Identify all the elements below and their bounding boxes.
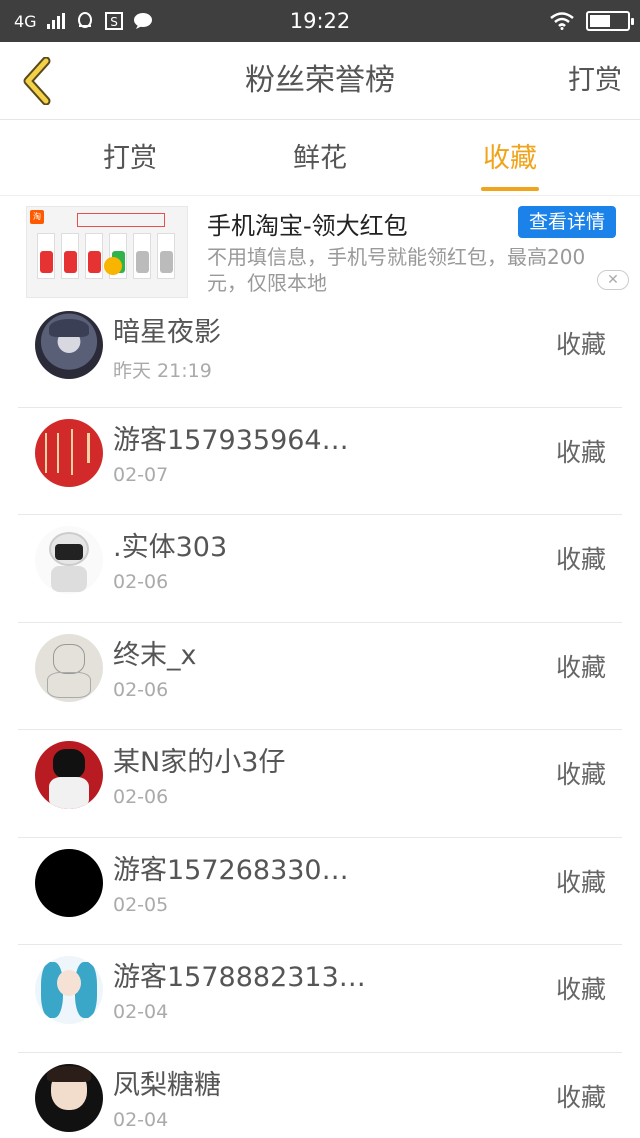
- reward-button[interactable]: 打赏: [568, 42, 622, 120]
- avatar: [35, 848, 103, 917]
- list-item[interactable]: 某N家的小3仔 02-06 收藏: [18, 730, 622, 838]
- user-name: 凤梨糖糖: [113, 1069, 221, 1101]
- ad-description: 不用填信息，手机号就能领红包，最高200元，仅限本地: [207, 245, 586, 295]
- user-date: 昨天 21:19: [113, 360, 212, 382]
- user-date: 02-04: [113, 1001, 169, 1023]
- favorite-label: 收藏: [555, 867, 606, 897]
- favorite-label: 收藏: [555, 1082, 606, 1112]
- ad-banner[interactable]: 淘 手机淘宝-领大红包 查看详情 不用填信息，手机号就能领红包，最高200元，仅…: [0, 196, 640, 300]
- list-item[interactable]: 游客1578882313… 02-04 收藏: [18, 945, 622, 1053]
- tab-bar: 打赏 鲜花 收藏: [0, 121, 640, 196]
- user-date: 02-05: [113, 893, 169, 916]
- close-icon[interactable]: ✕: [597, 270, 629, 290]
- wifi-icon: [550, 12, 574, 30]
- avatar: [35, 633, 103, 702]
- fan-list: 暗星夜影 昨天 21:19 收藏 游客157935964… 02-07 收藏 .…: [0, 300, 640, 1138]
- tab-active-indicator: [481, 187, 539, 191]
- tab-favorites[interactable]: 收藏: [430, 121, 590, 196]
- taobao-logo-icon: 淘: [30, 210, 44, 224]
- favorite-label: 收藏: [555, 330, 606, 359]
- tab-label: 收藏: [483, 143, 537, 174]
- status-time: 19:22: [289, 9, 351, 33]
- user-name: 某N家的小3仔: [113, 747, 286, 778]
- list-item[interactable]: 游客157935964… 02-07 收藏: [18, 408, 622, 515]
- user-name: 终末_x: [113, 639, 197, 671]
- favorite-label: 收藏: [555, 437, 606, 467]
- list-item[interactable]: 终末_x 02-06 收藏: [18, 623, 622, 730]
- tab-flowers[interactable]: 鲜花: [240, 121, 400, 196]
- battery-icon: [586, 11, 634, 31]
- user-name: 暗星夜影: [113, 317, 221, 348]
- avatar: [35, 311, 103, 379]
- user-name: .实体303: [113, 532, 228, 563]
- status-bar: 4G S 19:22: [0, 0, 640, 42]
- user-name: 游客1578882313…: [113, 962, 366, 993]
- user-date: 02-06: [113, 786, 169, 808]
- avatar: [35, 1063, 103, 1132]
- avatar: [35, 418, 103, 487]
- ad-image-coins: [35, 233, 181, 279]
- tab-label: 打赏: [103, 143, 157, 174]
- user-name: 游客157935964…: [113, 424, 349, 456]
- avatar: [35, 741, 103, 809]
- status-right: [550, 0, 634, 42]
- avatar: [35, 526, 103, 594]
- favorite-label: 收藏: [555, 760, 606, 789]
- user-date: 02-07: [113, 463, 169, 486]
- list-item[interactable]: 凤梨糖糖 02-04 收藏: [18, 1053, 622, 1138]
- tab-label: 鲜花: [293, 143, 347, 174]
- ad-details-button[interactable]: 查看详情: [518, 206, 616, 238]
- header: 粉丝荣誉榜 打赏: [0, 42, 640, 120]
- avatar: [35, 956, 103, 1024]
- user-date: 02-04: [113, 1108, 169, 1131]
- tab-reward[interactable]: 打赏: [50, 121, 210, 196]
- list-item[interactable]: .实体303 02-06 收藏: [18, 515, 622, 623]
- list-item[interactable]: 游客157268330… 02-05 收藏: [18, 838, 622, 945]
- page-title: 粉丝荣誉榜: [245, 63, 395, 98]
- list-item[interactable]: 暗星夜影 昨天 21:19 收藏: [18, 300, 622, 408]
- user-date: 02-06: [113, 571, 169, 593]
- ad-title: 手机淘宝-领大红包: [207, 212, 408, 240]
- favorite-label: 收藏: [555, 975, 606, 1004]
- ad-image-banner: [77, 213, 165, 227]
- user-date: 02-06: [113, 678, 169, 701]
- favorite-label: 收藏: [555, 545, 606, 574]
- user-name: 游客157268330…: [113, 854, 349, 886]
- ad-image: 淘: [26, 206, 188, 298]
- favorite-label: 收藏: [555, 652, 606, 682]
